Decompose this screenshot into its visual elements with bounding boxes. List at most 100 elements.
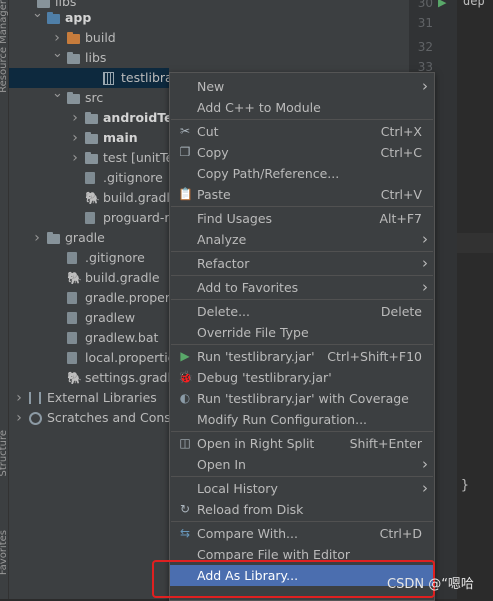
watermark: CSDN @“嗯哈: [387, 577, 474, 592]
jar-icon: [103, 72, 114, 85]
menu-item-open-in-right-split[interactable]: ◫ Open in Right Split Shift+Enter: [170, 433, 434, 454]
menu-item-reload-from-disk[interactable]: ↻ Reload from Disk: [170, 499, 434, 520]
menu-item-run-testlibrary-jar[interactable]: ▶ Run 'testlibrary.jar' Ctrl+Shift+F10: [170, 346, 434, 367]
tree-row-label: gradlew: [85, 310, 136, 325]
file-icon: [67, 352, 77, 364]
line-number: 32: [417, 40, 433, 54]
chevron-down-icon[interactable]: ⌄: [52, 84, 63, 104]
tree-row[interactable]: ⌄ libs: [9, 46, 409, 68]
tree-row[interactable]: › build: [9, 28, 409, 48]
copy-icon: ❐: [179, 145, 191, 159]
tree-row-label: .gitignore: [85, 250, 145, 265]
menu-item-label: Reload from Disk: [197, 502, 304, 517]
tree-row[interactable]: testlibrary.jar: [9, 68, 204, 88]
submenu-arrow-icon: ›: [422, 455, 428, 473]
tree-row-label: main: [103, 130, 138, 145]
code-editor[interactable]: dep }: [457, 0, 493, 599]
menu-item-local-history[interactable]: Local History ›: [170, 478, 434, 499]
menu-item-label: Refactor: [197, 256, 250, 271]
tree-row-label: External Libraries: [47, 390, 157, 405]
menu-item-delete[interactable]: Delete... Delete: [170, 301, 434, 322]
menu-item-add-to-favorites[interactable]: Add to Favorites ›: [170, 277, 434, 298]
chevron-right-icon[interactable]: ›: [14, 408, 24, 428]
menu-item-shortcut: Ctrl+V: [380, 187, 422, 202]
menu-item-label: Add to Favorites: [197, 280, 299, 295]
menu-separator: [171, 476, 433, 477]
tree-row-label: .gitignore: [103, 170, 163, 185]
folder-icon: [67, 52, 80, 64]
tree-row-label: src: [85, 90, 104, 105]
menu-item-cut[interactable]: ✂ Cut Ctrl+X: [170, 121, 434, 142]
tree-row-label: gradlew.bat: [85, 330, 159, 345]
submenu-arrow-icon: ›: [422, 254, 428, 272]
menu-separator: [171, 299, 433, 300]
context-menu: New › Add C++ to Module ✂ Cut Ctrl+X ❐ Copy Ctrl…: [169, 72, 435, 601]
file-icon: [67, 312, 77, 324]
file-icon: [67, 252, 77, 264]
menu-item-shortcut: Shift+Enter: [349, 436, 422, 451]
tree-row-label: build.gradle: [85, 270, 160, 285]
line-number: 30: [417, 0, 433, 10]
chevron-down-icon[interactable]: ⌄: [32, 4, 43, 24]
menu-separator: [171, 344, 433, 345]
menu-item-new[interactable]: New ›: [170, 76, 434, 97]
menu-item-shortcut: Ctrl+Shift+F10: [327, 349, 422, 364]
open-in-right-split-icon: ◫: [179, 436, 191, 450]
menu-item-debug-testlibrary-jar[interactable]: 🐞 Debug 'testlibrary.jar': [170, 367, 434, 388]
caret-line: [457, 233, 493, 253]
compare-with-icon: ⇆: [179, 526, 191, 540]
menu-separator: [171, 251, 433, 252]
file-icon: [67, 292, 77, 304]
menu-item-override-file-type[interactable]: Override File Type: [170, 322, 434, 343]
menu-item-paste[interactable]: 📋 Paste Ctrl+V: [170, 184, 434, 205]
tree-row-label: gradle: [65, 230, 105, 245]
menu-separator: [171, 521, 433, 522]
menu-item-label: Cut: [197, 124, 219, 139]
structure-tab[interactable]: Structure: [0, 430, 9, 477]
menu-item-label: Local History: [197, 481, 278, 496]
menu-item-shortcut: Delete: [380, 304, 422, 319]
menu-item-compare-with[interactable]: ⇆ Compare With... Ctrl+D: [170, 523, 434, 544]
scratches-icon: [29, 412, 42, 425]
menu-item-refactor[interactable]: Refactor ›: [170, 253, 434, 274]
menu-item-label: Run 'testlibrary.jar' with Coverage: [197, 391, 409, 406]
chevron-down-icon[interactable]: ⌄: [52, 44, 63, 64]
menu-item-label: Analyze: [197, 232, 247, 247]
run-testlibrary-jar-icon: ▶: [180, 349, 190, 363]
editor-text: dep: [463, 0, 485, 8]
resource-manager-tab[interactable]: Resource Manager: [0, 0, 9, 93]
gradle-icon: 🐘: [67, 271, 82, 285]
tree-row-label: libs: [85, 50, 107, 65]
chevron-right-icon[interactable]: ›: [32, 228, 42, 248]
chevron-right-icon[interactable]: ›: [14, 388, 24, 408]
menu-item-open-in[interactable]: Open In ›: [170, 454, 434, 475]
menu-separator: [171, 206, 433, 207]
menu-item-label: Copy: [197, 145, 229, 160]
submenu-arrow-icon: ›: [422, 230, 428, 248]
menu-item-modify-run-configuration[interactable]: Modify Run Configuration...: [170, 409, 434, 430]
menu-item-find-usages[interactable]: Find Usages Alt+F7: [170, 208, 434, 229]
reload-from-disk-icon: ↻: [179, 502, 191, 516]
tree-row-label: build: [85, 30, 116, 45]
chevron-right-icon[interactable]: ›: [70, 128, 80, 148]
chevron-right-icon[interactable]: ›: [70, 148, 80, 168]
run-gutter-icon[interactable]: ▶: [438, 0, 446, 9]
chevron-right-icon[interactable]: ›: [70, 108, 80, 128]
menu-item-copy-path-reference[interactable]: Copy Path/Reference...: [170, 163, 434, 184]
menu-item-label: Add C++ to Module: [197, 100, 321, 115]
gradle-icon: 🐘: [67, 371, 82, 385]
menu-item-add-c-to-module[interactable]: Add C++ to Module: [170, 97, 434, 118]
menu-item-label: Compare With...: [197, 526, 298, 541]
menu-item-analyze[interactable]: Analyze ›: [170, 229, 434, 250]
menu-item-run-testlibrary-jar-with-coverage[interactable]: ◐ Run 'testlibrary.jar' with Coverage: [170, 388, 434, 409]
tree-row-label: build.gradle: [103, 190, 178, 205]
submenu-arrow-icon: ›: [422, 479, 428, 497]
tree-row[interactable]: ⌄ app: [9, 6, 409, 28]
menu-item-copy[interactable]: ❐ Copy Ctrl+C: [170, 142, 434, 163]
menu-item-shortcut: Alt+F7: [379, 211, 422, 226]
menu-item-shortcut: Ctrl+D: [379, 526, 422, 541]
run-testlibrary-jar-with-coverage-icon: ◐: [179, 391, 191, 405]
tree-row-label: app: [65, 10, 92, 25]
folder-icon: [47, 12, 60, 24]
favorites-tab[interactable]: Favorites: [0, 530, 9, 575]
